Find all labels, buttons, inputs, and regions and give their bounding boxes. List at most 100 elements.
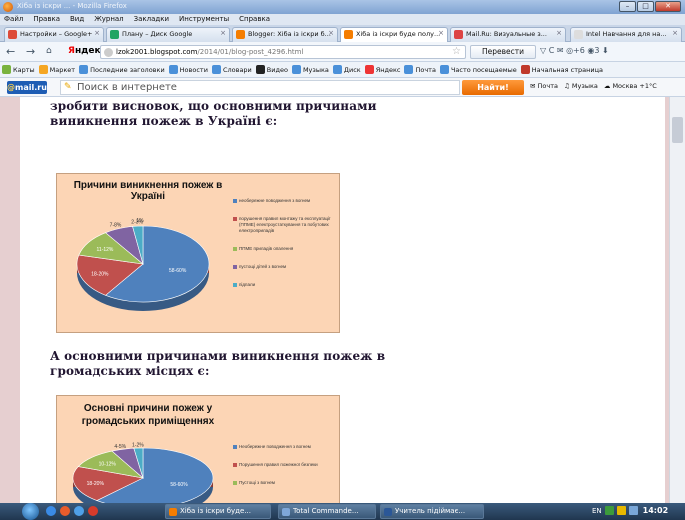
bookmark-label: Начальная страница xyxy=(531,65,603,74)
firefox-quicklaunch-icon[interactable] xyxy=(60,506,70,516)
legend-item: порушення правил монтажу та експлуатації… xyxy=(233,216,337,234)
bookmark-item[interactable]: Карты xyxy=(2,65,35,74)
slice-value-label: 18-20% xyxy=(91,271,109,277)
tray-icon[interactable] xyxy=(616,506,626,515)
tab-close-icon[interactable]: × xyxy=(438,29,444,37)
toolbar-extension-icons[interactable]: ▽ C ✉ ◎+6 ◉3 ⬇ xyxy=(540,46,609,55)
translate-button[interactable]: Перевести xyxy=(470,45,536,59)
taskbar-window-button[interactable]: Хіба із іскри буде... xyxy=(165,504,271,519)
menu-tools[interactable]: Инструменты xyxy=(179,14,229,25)
bookmark-icon xyxy=(2,65,11,74)
forward-button[interactable]: → xyxy=(26,45,35,58)
bookmarks-toolbar: Карты Маркет Последние заголовки Новости Сло… xyxy=(0,62,685,78)
opera-quicklaunch-icon[interactable] xyxy=(88,506,98,516)
volume-icon[interactable] xyxy=(628,506,638,515)
slice-extra-label: 1% xyxy=(136,218,144,224)
bookmark-item[interactable]: Диск xyxy=(332,65,361,74)
mail-link[interactable]: ✉ Почта xyxy=(530,82,558,90)
mailru-toolbar: @mail.ru ✎ Поиск в интернете Найти! ✉ По… xyxy=(0,78,685,97)
clock[interactable]: 14:02 xyxy=(643,506,668,515)
bookmark-item[interactable]: Музыка xyxy=(291,65,329,74)
weather-link[interactable]: ☁ Москва +1°С xyxy=(604,82,657,90)
legend-item: ППМЕ приладів опалення xyxy=(233,246,337,252)
slice-value-label: 11-12% xyxy=(97,247,114,253)
menu-edit[interactable]: Правка xyxy=(33,14,60,25)
language-indicator[interactable]: EN xyxy=(592,507,602,515)
tab-label: Настройки – Google+ xyxy=(20,30,93,38)
desktop-quicklaunch-icon[interactable] xyxy=(46,506,56,516)
tab[interactable]: Хіба із іскри буде полу... × xyxy=(340,27,448,42)
menu-bookmarks[interactable]: Закладки xyxy=(134,14,169,25)
back-button[interactable]: ← xyxy=(6,45,15,58)
tab-favicon-icon xyxy=(454,30,463,39)
bookmark-icon xyxy=(332,65,342,74)
window-title-bar: Хіба із іскри ... - Mozilla Firefox – □ … xyxy=(0,0,685,14)
tab-label: Mail.Ru: Визуальные з... xyxy=(466,30,547,38)
tab[interactable]: Intel Навчання для на... × xyxy=(570,27,682,42)
url-bar[interactable]: lzok2001.blogspot.com/2014/01/blog-post_… xyxy=(100,45,466,59)
tab-close-icon[interactable]: × xyxy=(220,29,226,37)
tab[interactable]: Mail.Ru: Визуальные з... × xyxy=(450,27,566,42)
bookmark-item[interactable]: Маркет xyxy=(38,65,75,74)
tab[interactable]: Настройки – Google+ × xyxy=(4,27,104,42)
ie-quicklaunch-icon[interactable] xyxy=(74,506,84,516)
site-identity-icon[interactable] xyxy=(104,48,113,57)
bookmark-label: Почта xyxy=(415,65,436,74)
bookmark-item[interactable]: Начальная страница xyxy=(520,65,603,74)
mailru-logo[interactable]: @mail.ru xyxy=(7,81,47,94)
bookmark-label: Музыка xyxy=(302,65,329,74)
minimize-button[interactable]: – xyxy=(619,1,636,12)
bookmark-item[interactable]: Видео xyxy=(255,65,288,74)
tab-close-icon[interactable]: × xyxy=(328,29,334,37)
bookmark-star-icon[interactable]: ☆ xyxy=(452,46,461,57)
bookmark-item[interactable]: Почта xyxy=(404,65,436,74)
legend-swatch xyxy=(233,445,237,449)
mailru-search-input[interactable]: ✎ Поиск в интернете xyxy=(60,80,460,95)
bookmark-icon xyxy=(255,65,265,74)
maximize-button[interactable]: □ xyxy=(637,1,654,12)
tab-close-icon[interactable]: × xyxy=(556,29,562,37)
legend-label: ППМЕ приладів опалення xyxy=(239,246,294,251)
legend-swatch xyxy=(233,217,237,221)
tab-close-icon[interactable]: × xyxy=(94,29,100,37)
tab-close-icon[interactable]: × xyxy=(672,29,678,37)
tab[interactable]: Плану – Диск Google × xyxy=(106,27,230,42)
legend-label: Необережне поводження з вогнем xyxy=(239,444,311,449)
scrollbar-thumb[interactable] xyxy=(672,117,683,143)
paragraph-public-places-causes: А основними причинами виникнення пожеж в… xyxy=(50,349,386,378)
tab-strip: Настройки – Google+ × Плану – Диск Google ×… xyxy=(0,25,685,42)
menu-help[interactable]: Справка xyxy=(239,14,270,25)
tab[interactable]: Blogger: Хіба із іскри б... × xyxy=(232,27,338,42)
bookmark-item[interactable]: Часто посещаемые xyxy=(439,65,517,74)
legend-item: Порушення правил пожежної безпеки xyxy=(233,462,337,468)
home-icon[interactable]: ⌂ xyxy=(46,46,52,56)
slice-value-label: 7-8% xyxy=(110,222,122,228)
music-link[interactable]: ♫ Музыка xyxy=(564,82,598,90)
bookmark-item[interactable]: Новости xyxy=(168,65,208,74)
taskbar-window-button[interactable]: Total Commande... xyxy=(278,504,376,519)
menu-file[interactable]: Файл xyxy=(4,14,23,25)
legend-label: підпали xyxy=(239,282,256,287)
bookmark-item[interactable]: Последние заголовки xyxy=(79,65,165,74)
legend-swatch xyxy=(233,199,237,203)
taskbar-window-button[interactable]: Учитель підіймає... xyxy=(380,504,484,519)
find-button[interactable]: Найти! xyxy=(462,80,524,95)
app-icon xyxy=(384,508,392,516)
window-title: Хіба із іскри ... - Mozilla Firefox xyxy=(17,2,127,10)
vertical-scrollbar[interactable] xyxy=(669,97,685,503)
start-button[interactable] xyxy=(22,503,39,520)
close-button[interactable]: ✕ xyxy=(655,1,681,12)
tab-label: Хіба із іскри буде полу... xyxy=(356,30,441,38)
legend-swatch xyxy=(233,463,237,467)
legend-item: пустощі дітей з вогнем xyxy=(233,264,337,270)
legend-item: необережне поводження з вогнем xyxy=(233,198,337,204)
bookmark-icon xyxy=(168,65,178,74)
tray-icon[interactable] xyxy=(604,506,614,515)
firefox-icon xyxy=(3,2,13,12)
bookmark-label: Последние заголовки xyxy=(90,65,165,74)
search-engine-icon[interactable]: ✎ xyxy=(64,82,72,92)
menu-view[interactable]: Вид xyxy=(70,14,84,25)
menu-history[interactable]: Журнал xyxy=(94,14,123,25)
bookmark-item[interactable]: Словари xyxy=(211,65,252,74)
bookmark-item[interactable]: Яндекс xyxy=(364,65,400,74)
